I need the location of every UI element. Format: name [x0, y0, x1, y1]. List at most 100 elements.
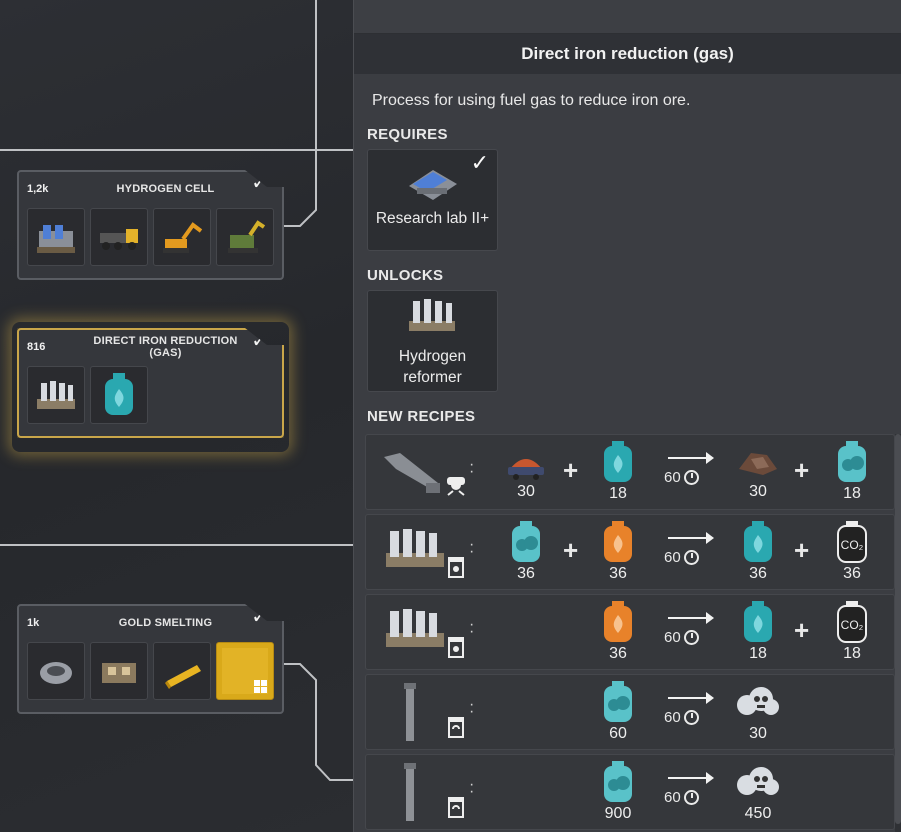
- requires-label: REQUIRES: [367, 126, 448, 143]
- recipe-output[interactable]: 18: [820, 439, 884, 509]
- recipe-input[interactable]: 36: [586, 599, 650, 669]
- recipe-row[interactable]: · · 900 60 450: [365, 754, 895, 830]
- plus-icon: +: [794, 455, 810, 485]
- node-title: HYDROGEN CELL: [116, 183, 215, 195]
- duration: 60: [664, 709, 681, 726]
- excavator-icon[interactable]: [153, 208, 211, 266]
- fuel-gas-orange-icon: [604, 521, 632, 562]
- quantity: 36: [517, 565, 535, 582]
- quantity: 36: [609, 565, 627, 582]
- quantity: 30: [749, 725, 767, 742]
- machine-tag-icon: [444, 473, 468, 506]
- node-cost: 816: [27, 341, 46, 353]
- card-label-line1: Hydrogen: [398, 348, 467, 365]
- new-recipes-label: NEW RECIPES: [367, 408, 476, 425]
- recipe-output[interactable]: 450: [726, 759, 790, 829]
- node-cost: 1k: [27, 617, 40, 629]
- recycle-bin-icon: [444, 793, 468, 826]
- quantity: 18: [749, 645, 767, 662]
- recipe-arrow: 60: [664, 765, 714, 806]
- recipe-row[interactable]: · · 30 + 18 60 30 + 18: [365, 434, 895, 510]
- requires-card-research-lab[interactable]: ✓ Research lab II+: [367, 149, 498, 251]
- fuel-gas-canister-icon[interactable]: [90, 366, 148, 424]
- quantity: 36: [843, 565, 861, 582]
- clock-icon: [683, 790, 699, 805]
- quantity: 30: [517, 483, 535, 500]
- svg-text:CO₂: CO₂: [841, 618, 864, 632]
- node-title: GOLD SMELTING: [118, 617, 213, 629]
- recipe-input[interactable]: 36: [586, 519, 650, 589]
- duration: 60: [664, 469, 681, 486]
- recipe-input[interactable]: 900: [586, 759, 650, 829]
- clock-icon: [683, 710, 699, 725]
- duration: 60: [664, 549, 681, 566]
- plus-icon: +: [794, 615, 810, 645]
- recipe-output[interactable]: CO₂ 36: [820, 519, 884, 589]
- smelter-icon[interactable]: [27, 642, 85, 700]
- recipe-row[interactable]: · · 60 60 30: [365, 674, 895, 750]
- recipe-output[interactable]: 30: [726, 439, 790, 509]
- recycle-bin-icon: [444, 713, 468, 746]
- recipe-row[interactable]: · · 36 + 36 60 36 + CO₂ 36: [365, 514, 895, 590]
- recipe-arrow: 60: [664, 445, 714, 486]
- duration: 60: [664, 789, 681, 806]
- recipe-arrow: 60: [664, 525, 714, 566]
- steam-gas-icon: [604, 681, 632, 722]
- recipe-output[interactable]: 18: [726, 599, 790, 669]
- dots-icon: · ·: [469, 696, 475, 720]
- card-label-line2: reformer: [403, 369, 462, 386]
- panel-description: Process for using fuel gas to reduce iro…: [372, 92, 691, 109]
- gold-sheet-icon[interactable]: [216, 642, 274, 700]
- quantity: 30: [749, 483, 767, 500]
- research-node-hydrogen-cell[interactable]: 1,2k HYDROGEN CELL ✓: [17, 170, 284, 280]
- plus-icon: +: [794, 535, 810, 565]
- research-node-gold-smelting[interactable]: 1k GOLD SMELTING ✓: [17, 604, 284, 714]
- unlocks-label: UNLOCKS: [367, 267, 444, 284]
- plus-icon: +: [563, 535, 579, 565]
- hydrogen-cell-building-icon[interactable]: [27, 208, 85, 266]
- hydrogen-gas-icon: [744, 521, 772, 562]
- quantity: 450: [744, 805, 772, 822]
- co2-icon: CO₂: [837, 521, 867, 563]
- quantity: 18: [609, 485, 627, 502]
- quantity: 36: [609, 645, 627, 662]
- recipe-output[interactable]: 36: [726, 519, 790, 589]
- iron-sponge-icon: [739, 453, 777, 475]
- recipe-input[interactable]: 18: [586, 439, 650, 509]
- quantity: 60: [609, 725, 627, 742]
- tree-harvester-icon[interactable]: [216, 208, 274, 266]
- dots-icon: · ·: [469, 616, 475, 640]
- recipe-input[interactable]: 60: [586, 679, 650, 749]
- recipe-input[interactable]: 30: [494, 439, 558, 509]
- waste-bin-icon: [444, 633, 468, 666]
- research-tree[interactable]: 1,2k HYDROGEN CELL ✓ 816 DIRECT IRON RED…: [0, 0, 353, 832]
- hydrogen-reformer-icon[interactable]: [27, 366, 85, 424]
- hydrogen-reformer-icon: [368, 295, 497, 343]
- recipe-arrow: 60: [664, 605, 714, 646]
- gold-bar-icon[interactable]: [153, 642, 211, 700]
- node-cost: 1,2k: [27, 183, 49, 195]
- furnace-icon[interactable]: [90, 642, 148, 700]
- quantity: 36: [749, 565, 767, 582]
- panel-header-bar: [354, 0, 901, 34]
- plus-icon: +: [563, 455, 579, 485]
- steam-gas-icon: [604, 761, 632, 802]
- recipe-output[interactable]: CO₂ 18: [820, 599, 884, 669]
- recipe-output[interactable]: 30: [726, 679, 790, 749]
- quantity: 18: [843, 485, 861, 502]
- steam-gas-icon: [512, 521, 540, 562]
- dots-icon: · ·: [469, 776, 475, 800]
- research-node-direct-iron-reduction[interactable]: 816 DIRECT IRON REDUCTION (GAS) ✓: [17, 328, 284, 438]
- quantity: 900: [604, 805, 632, 822]
- mining-truck-icon[interactable]: [90, 208, 148, 266]
- node-title: DIRECT IRON REDUCTION (GAS): [93, 335, 238, 359]
- recipe-input[interactable]: 36: [494, 519, 558, 589]
- fuel-gas-icon: [604, 441, 632, 482]
- iron-ore-icon: [508, 459, 544, 480]
- panel-title: Direct iron reduction (gas): [354, 34, 901, 74]
- unlocks-card-hydrogen-reformer[interactable]: Hydrogen reformer: [367, 290, 498, 392]
- recipe-list[interactable]: · · 30 + 18 60 30 + 18 · · 36 + 36 60 36…: [365, 434, 895, 832]
- recipe-arrow: 60: [664, 685, 714, 726]
- svg-text:CO₂: CO₂: [841, 538, 864, 552]
- recipe-row[interactable]: · · 36 60 18 + CO₂ 18: [365, 594, 895, 670]
